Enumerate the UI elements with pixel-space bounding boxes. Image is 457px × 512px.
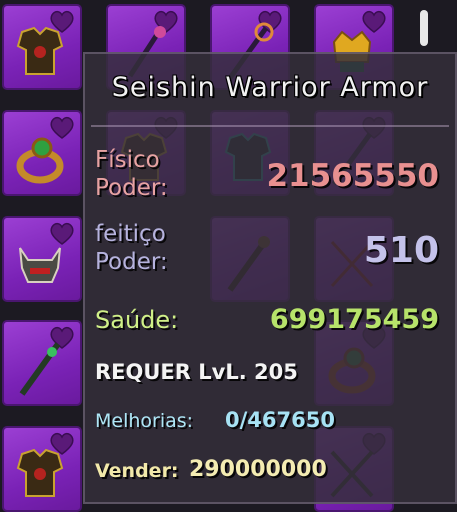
physical-power-value: 21565550	[266, 158, 439, 194]
inventory-slot[interactable]	[2, 4, 82, 90]
item-name: Seishin Warrior Armor	[111, 72, 429, 103]
inventory-slot[interactable]	[2, 426, 82, 512]
tooltip-divider	[91, 125, 449, 127]
spell-power-label: feitiço Poder:	[95, 221, 168, 275]
level-requirement: REQUER LvL. 205	[95, 360, 298, 384]
inventory-slot[interactable]	[2, 320, 82, 406]
inventory-slot[interactable]	[2, 216, 82, 302]
inventory-slot[interactable]	[2, 110, 82, 196]
armor-chest-icon	[16, 448, 64, 497]
item-tooltip: Seishin Warrior Armor Físico Poder: 2156…	[83, 52, 457, 504]
sell-label: Vender:	[95, 460, 179, 482]
green-staff-icon	[19, 342, 61, 396]
spell-power-value: 510	[363, 230, 439, 271]
health-label: Saúde:	[95, 306, 179, 334]
scrollbar-handle[interactable]	[420, 10, 428, 46]
physical-power-label: Físico Poder:	[95, 147, 168, 201]
armor-chest-icon	[16, 26, 64, 75]
ring-icon	[16, 137, 64, 184]
upgrades-label: Melhorias:	[95, 410, 194, 432]
horned-helmet-icon	[19, 247, 61, 283]
upgrades-value: 0/467650	[225, 408, 335, 432]
sell-value: 290000000	[189, 457, 327, 482]
health-value: 699175459	[269, 304, 439, 335]
